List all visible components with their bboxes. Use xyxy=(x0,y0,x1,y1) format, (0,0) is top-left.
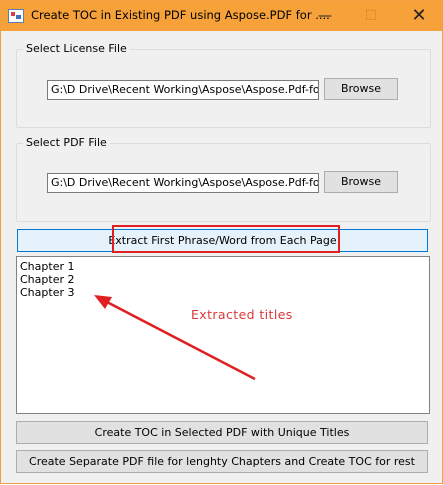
app-window: Create TOC in Existing PDF using Aspose.… xyxy=(0,0,443,484)
create-separate-pdf-button[interactable]: Create Separate PDF file for lenghty Cha… xyxy=(16,450,428,473)
annotation-arrow-icon xyxy=(94,295,256,381)
create-toc-button[interactable]: Create TOC in Selected PDF with Unique T… xyxy=(16,421,428,444)
